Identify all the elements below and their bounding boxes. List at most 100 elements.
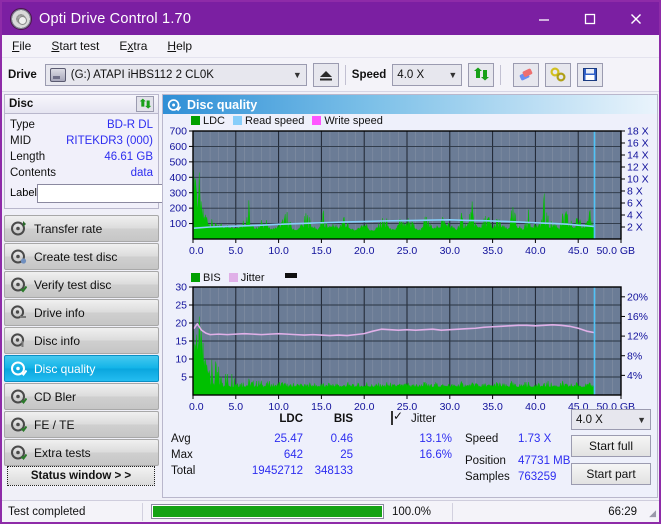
- ldc-chart[interactable]: 100 200 300 400 500 600 700 2 X4 X6 X8 X 10 X 12 …: [163, 126, 657, 270]
- svg-text:15: 15: [175, 336, 187, 348]
- svg-text:15.0: 15.0: [311, 245, 332, 257]
- cd-bler-icon: [10, 388, 28, 405]
- drive-info-icon: [10, 304, 27, 321]
- progress-bar: [151, 504, 384, 519]
- maximize-button[interactable]: [567, 2, 613, 35]
- window-controls: [521, 2, 659, 35]
- disc-label-row: Label: [10, 183, 240, 203]
- elapsed-time: 66:29: [608, 505, 637, 518]
- scale-marker-icon: [284, 272, 297, 278]
- svg-text:12%: 12%: [627, 331, 648, 343]
- save-button[interactable]: [577, 62, 604, 87]
- position-stat-value: 47731 MB: [518, 455, 571, 467]
- svg-text:0.0: 0.0: [189, 245, 204, 257]
- verify-test-disc-icon: [10, 276, 28, 293]
- stats-max-bis: 25: [340, 449, 353, 461]
- status-bar: Test completed 100.0% 66:29 ◢: [2, 500, 659, 522]
- sidebar-item-disc-quality[interactable]: Disc quality: [4, 355, 159, 382]
- sidebar-item-verify-test-disc[interactable]: Verify test disc: [4, 271, 159, 298]
- speed-stat-value: 1.73 X: [518, 433, 552, 445]
- sidebar-item-label: Drive info: [34, 305, 85, 320]
- disc-panel-header: Disc: [4, 94, 159, 114]
- sidebar-item-fe-te[interactable]: FE / TE: [4, 411, 159, 438]
- app-window: Opti Drive Control 1.70 File Start test …: [0, 0, 661, 524]
- sidebar-item-extra-tests[interactable]: Extra tests: [4, 439, 159, 466]
- disc-label-key: Label: [10, 187, 37, 199]
- svg-text:200: 200: [169, 203, 187, 215]
- drive-select[interactable]: (G:) ATAPI iHBS112 2 CL0K ▼: [44, 63, 307, 86]
- svg-text:700: 700: [169, 127, 187, 138]
- svg-text:10.0: 10.0: [268, 245, 289, 257]
- stats-panel: LDC BIS Avg 25.47 0.46 Max 642 25 Total …: [163, 407, 657, 497]
- svg-text:8%: 8%: [627, 350, 642, 362]
- svg-text:20.0: 20.0: [354, 245, 375, 257]
- svg-text:600: 600: [169, 141, 187, 153]
- drive-icon: [49, 67, 66, 82]
- content-pane: Disc quality LDC Read speed Write speed …: [162, 94, 658, 498]
- status-window-button[interactable]: Status window > >: [7, 466, 155, 486]
- disc-row-value: 46.61 GB: [104, 151, 153, 163]
- sidebar-item-label: Verify test disc: [34, 277, 112, 292]
- legend-label-ldc: LDC: [203, 114, 226, 127]
- sidebar-item-create-test-disc[interactable]: Create test disc: [4, 243, 159, 270]
- disc-row-contents: Contents data: [10, 165, 153, 181]
- status-message: Test completed: [8, 505, 86, 518]
- sidebar-item-drive-info[interactable]: Drive info: [4, 299, 159, 326]
- left-sidebar: Disc Type BD-R DL MID RITEKDR3 (000) Len…: [4, 94, 240, 498]
- chart2-legend: BIS Jitter: [163, 270, 657, 284]
- disc-info-icon: [10, 332, 27, 349]
- erase-button[interactable]: [513, 62, 540, 87]
- tools-button[interactable]: [545, 62, 572, 87]
- stats-row-label-max: Max: [171, 449, 193, 461]
- resize-grip-icon[interactable]: ◢: [649, 508, 656, 519]
- nav-list: Transfer rate Create test disc Verify te…: [4, 215, 159, 466]
- speed-select[interactable]: 4.0 X ▼: [392, 63, 463, 86]
- content-header: Disc quality: [163, 95, 657, 114]
- refresh-button[interactable]: [468, 62, 495, 87]
- jitter-checkbox[interactable]: [391, 411, 393, 425]
- sidebar-item-cd-bler[interactable]: CD Bler: [4, 383, 159, 410]
- close-button[interactable]: [613, 2, 659, 35]
- eject-button[interactable]: [312, 62, 339, 87]
- svg-text:10 X: 10 X: [627, 174, 649, 186]
- sidebar-item-disc-info[interactable]: Disc info: [4, 327, 159, 354]
- svg-text:14 X: 14 X: [627, 150, 649, 162]
- bis-jitter-chart[interactable]: 5 10 15 20 25 30 4% 8% 12% 16% 20% 0.0 5.0 10.0 15.0 20…: [163, 282, 657, 426]
- sidebar-item-label: Disc quality: [34, 361, 96, 376]
- disc-quality-icon: [167, 98, 182, 112]
- sidebar-item-label: Disc info: [34, 333, 81, 348]
- svg-text:16 X: 16 X: [627, 138, 649, 150]
- disc-row-value: RITEKDR3 (000): [66, 135, 153, 147]
- svg-text:400: 400: [169, 172, 187, 184]
- disc-refresh-button[interactable]: [136, 96, 154, 112]
- menu-item-help[interactable]: Help: [157, 36, 202, 56]
- start-full-button[interactable]: Start full: [571, 435, 651, 457]
- disc-row-key: Length: [10, 151, 46, 163]
- svg-text:12 X: 12 X: [627, 162, 649, 174]
- stats-row-label-avg: Avg: [171, 433, 191, 445]
- svg-text:4 X: 4 X: [627, 210, 643, 222]
- svg-text:30.0: 30.0: [440, 245, 461, 257]
- disc-row-value: BD-R DL: [106, 119, 153, 131]
- svg-text:6 X: 6 X: [627, 198, 643, 210]
- legend-swatch-read-speed: [233, 116, 243, 125]
- menu-item-file[interactable]: File: [2, 36, 41, 56]
- minimize-button[interactable]: [521, 2, 567, 35]
- jitter-label: Jitter: [411, 413, 436, 425]
- stats-max-ldc: 642: [283, 449, 303, 461]
- disc-row-length: Length 46.61 GB: [10, 149, 153, 165]
- jitter-avg-value: 13.1%: [419, 433, 452, 445]
- svg-text:5.0: 5.0: [228, 245, 243, 257]
- sidebar-item-label: CD Bler: [34, 389, 77, 404]
- svg-text:20: 20: [175, 318, 187, 330]
- start-part-button[interactable]: Start part: [571, 463, 651, 485]
- svg-text:8 X: 8 X: [627, 186, 643, 198]
- legend-label-bis: BIS: [203, 271, 221, 284]
- stats-avg-bis: 0.46: [330, 433, 353, 445]
- disc-row-key: Contents: [10, 167, 57, 179]
- menu-item-extra[interactable]: Extra: [109, 36, 157, 56]
- svg-text:18 X: 18 X: [627, 127, 649, 138]
- menu-item-start-test[interactable]: Start test: [41, 36, 109, 56]
- test-speed-select[interactable]: 4.0 X ▼: [571, 409, 651, 430]
- sidebar-item-transfer-rate[interactable]: Transfer rate: [4, 215, 159, 242]
